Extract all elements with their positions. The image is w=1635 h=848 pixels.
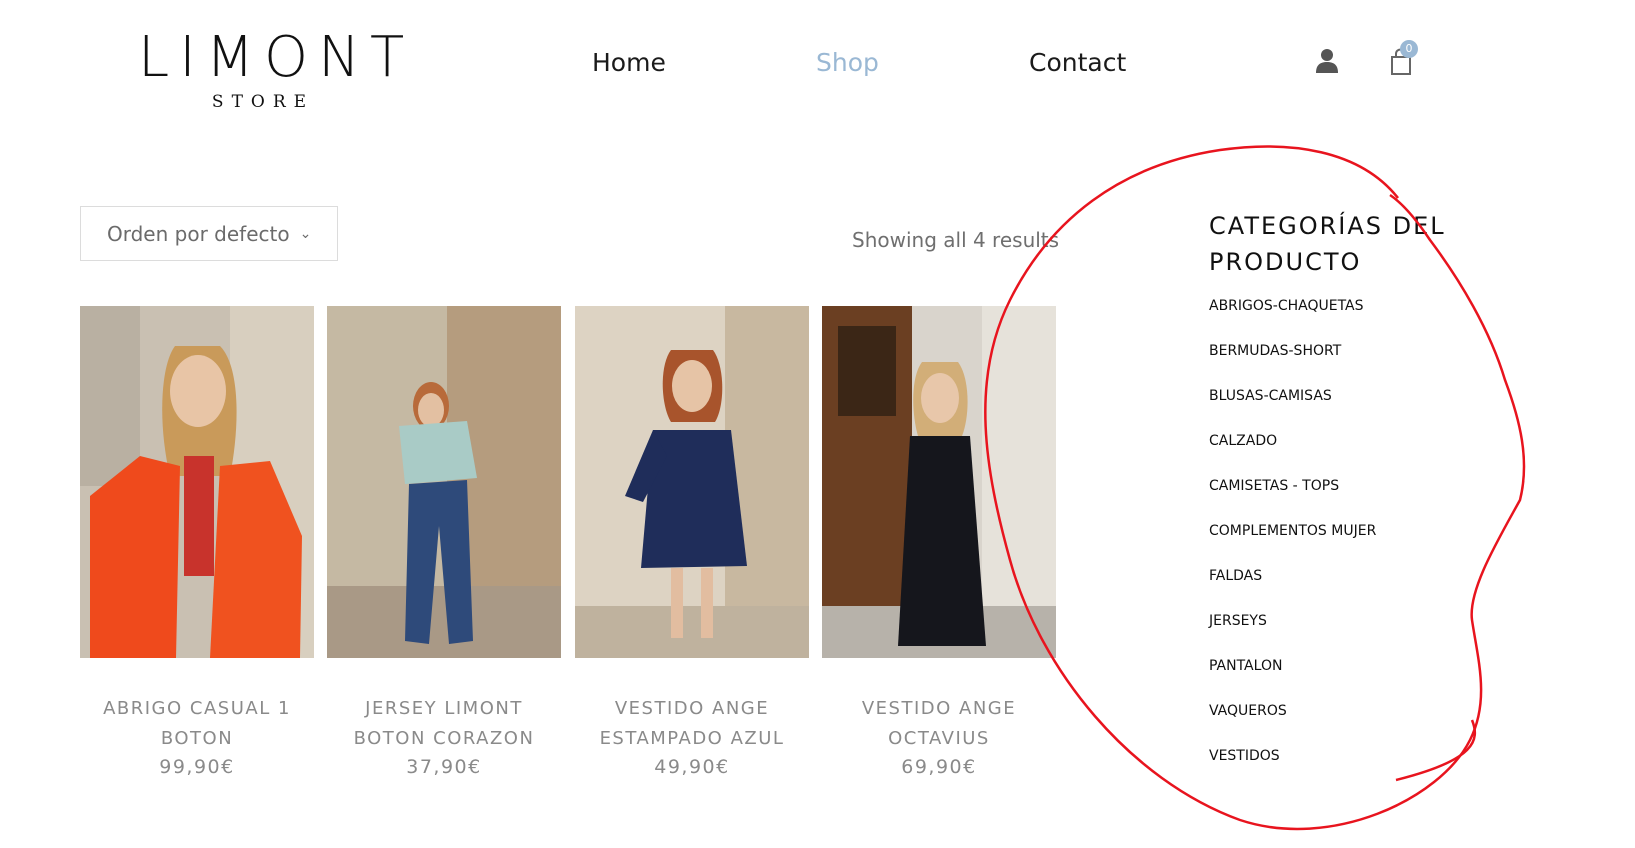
nav-contact[interactable]: Contact [1029, 48, 1126, 77]
category-item[interactable]: JERSEYS [1209, 613, 1376, 658]
product-image[interactable] [80, 306, 314, 658]
category-item[interactable]: CALZADO [1209, 433, 1376, 478]
product-card: ABRIGO CASUAL 1 BOTON 99,90€ [80, 306, 314, 778]
product-image[interactable] [327, 306, 561, 658]
product-price: 69,90€ [901, 756, 977, 778]
result-count: Showing all 4 results [852, 228, 1060, 252]
chevron-down-icon: ⌄ [299, 225, 312, 242]
product-title[interactable]: VESTIDO ANGE OCTAVIUS [822, 694, 1056, 754]
category-item[interactable]: BLUSAS-CAMISAS [1209, 388, 1376, 433]
product-card: JERSEY LIMONT BOTON CORAZON 37,90€ [327, 306, 561, 778]
cart-count-badge: 0 [1400, 40, 1418, 58]
product-title[interactable]: ABRIGO CASUAL 1 BOTON [80, 694, 314, 754]
category-item[interactable]: VAQUEROS [1209, 703, 1376, 748]
category-item[interactable]: BERMUDAS-SHORT [1209, 343, 1376, 388]
logo-sub-text: STORE [211, 92, 315, 112]
product-title[interactable]: JERSEY LIMONT BOTON CORAZON [327, 694, 561, 754]
product-image[interactable] [822, 306, 1056, 658]
sort-dropdown[interactable]: Orden por defecto ⌄ [80, 206, 338, 261]
category-item[interactable]: ABRIGOS-CHAQUETAS [1209, 298, 1376, 343]
category-item[interactable]: CAMISETAS - TOPS [1209, 478, 1376, 523]
product-title[interactable]: VESTIDO ANGE ESTAMPADO AZUL [575, 694, 809, 754]
nav-shop[interactable]: Shop [816, 48, 879, 77]
product-card: VESTIDO ANGE ESTAMPADO AZUL 49,90€ [575, 306, 809, 778]
category-item[interactable]: FALDAS [1209, 568, 1376, 613]
product-price: 99,90€ [159, 756, 235, 778]
category-list: ABRIGOS-CHAQUETAS BERMUDAS-SHORT BLUSAS-… [1209, 298, 1376, 793]
logo-main-text: LIMONT [138, 25, 415, 90]
category-item[interactable]: COMPLEMENTOS MUJER [1209, 523, 1376, 568]
sort-label: Orden por defecto [107, 221, 290, 246]
product-price: 49,90€ [654, 756, 730, 778]
product-card: VESTIDO ANGE OCTAVIUS 69,90€ [822, 306, 1056, 778]
store-logo[interactable]: LIMONT STORE [138, 25, 415, 113]
sidebar-title: CATEGORÍAS DEL PRODUCTO [1209, 212, 1446, 276]
category-item[interactable]: VESTIDOS [1209, 748, 1376, 793]
category-item[interactable]: PANTALON [1209, 658, 1376, 703]
product-price: 37,90€ [406, 756, 482, 778]
product-image[interactable] [575, 306, 809, 658]
user-icon[interactable] [1315, 48, 1339, 74]
nav-home[interactable]: Home [592, 48, 666, 77]
